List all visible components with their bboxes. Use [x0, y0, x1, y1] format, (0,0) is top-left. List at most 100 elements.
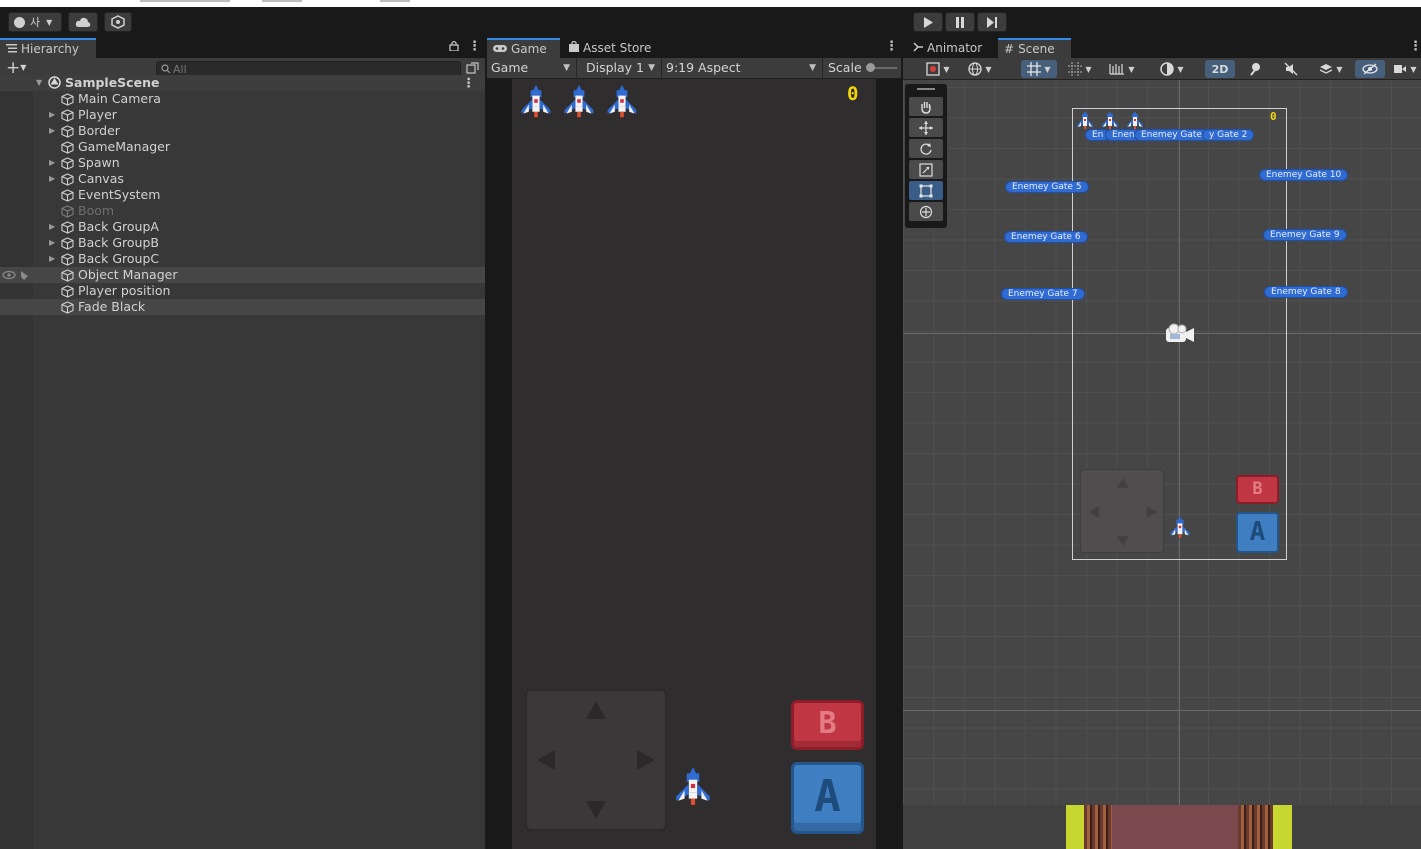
scale-tool-button[interactable] [909, 160, 943, 179]
joystick-pad[interactable] [525, 689, 667, 831]
expand-arrow-icon[interactable]: ▶ [49, 235, 55, 251]
hierarchy-item[interactable]: ▶ Spawn [0, 155, 485, 171]
camera-gizmo-icon[interactable] [1164, 323, 1196, 345]
eye-slash-icon [1362, 63, 1378, 75]
audio-toggle[interactable] [1276, 60, 1306, 78]
hierarchy-menu-icon[interactable]: ⋮ [468, 40, 481, 54]
scene-viewport[interactable]: 0 En Enen Enemey Gate 1y Gate 2 Enemey Gate… [903, 80, 1421, 849]
drag-handle[interactable] [917, 88, 935, 90]
grid-visibility-dropdown[interactable]: ▼ [1061, 60, 1099, 78]
scene-score-text: 0 [1270, 110, 1277, 123]
global-local-dropdown[interactable]: ▼ [961, 60, 999, 78]
shading-dropdown[interactable]: ▼ [1153, 60, 1191, 78]
draw-mode-dropdown[interactable]: ▼ [920, 60, 956, 78]
increment-snap-dropdown[interactable]: ▼ [1103, 60, 1141, 78]
scene-a-button[interactable]: A [1236, 512, 1279, 553]
gamepad-icon [493, 42, 507, 56]
enemy-gate-label[interactable]: y Gate 2 [1203, 130, 1254, 140]
rotate-tool-button[interactable] [909, 139, 943, 158]
scene-a-button-label: A [1249, 517, 1266, 547]
visibility-toggle[interactable] [1355, 60, 1385, 78]
scene-menu-icon[interactable]: ⋮ [1409, 40, 1421, 54]
store-bag-icon [569, 40, 579, 55]
scene-joystick-pad[interactable] [1080, 469, 1164, 553]
expand-arrow-icon[interactable]: ▶ [49, 123, 55, 139]
expand-arrow-icon[interactable]: ▶ [49, 107, 55, 123]
grid-icon [1068, 62, 1083, 76]
pause-button[interactable] [945, 12, 975, 32]
hierarchy-item[interactable]: ▶ Canvas [0, 171, 485, 187]
a-button[interactable]: A [791, 762, 864, 834]
account-label: 사 [30, 16, 41, 29]
scale-slider[interactable]: Scale [824, 58, 901, 78]
tab-asset-store[interactable]: Asset Store [563, 38, 663, 58]
scene-dpad-arrows-icon [1089, 478, 1157, 546]
hierarchy-item[interactable]: Main Camera [0, 91, 485, 107]
expand-arrow-icon[interactable]: ▶ [49, 219, 55, 235]
grid-snap-dropdown[interactable]: ▼ [1021, 60, 1057, 78]
game-menu-icon[interactable]: ⋮ [885, 40, 898, 54]
hierarchy-tabbar: Hierarchy ⋮ [0, 37, 485, 58]
play-button[interactable] [913, 12, 943, 32]
lighting-toggle[interactable] [1240, 60, 1270, 78]
enemy-gate-label[interactable]: Enemey Gate 9 [1264, 230, 1346, 240]
expand-arrow-icon[interactable]: ▶ [49, 251, 55, 267]
enemy-gate-label[interactable]: Enemey Gate 6 [1005, 232, 1087, 242]
expand-arrow-icon[interactable]: ▼ [36, 75, 42, 91]
scene-row[interactable]: ▼ SampleScene ⋮ [0, 75, 485, 91]
hand-tool-button[interactable] [909, 97, 943, 116]
hierarchy-item[interactable]: GameManager [0, 139, 485, 155]
hierarchy-item-label: Main Camera [78, 91, 161, 106]
tab-animator[interactable]: Animator [907, 38, 997, 58]
game-mode-select[interactable]: Game ▼ [487, 58, 577, 78]
enemy-gate-label[interactable]: Enemey Gate 10 [1260, 170, 1348, 180]
tab-animator-label: Animator [927, 41, 983, 55]
account-dropdown[interactable]: 사 ▼ [8, 12, 62, 32]
effects-dropdown[interactable]: ▼ [1311, 60, 1351, 78]
aspect-select[interactable]: 9:19 Aspect ▼ [662, 58, 823, 78]
tab-game[interactable]: Game [487, 38, 560, 58]
hierarchy-item[interactable]: Boom [0, 203, 485, 219]
scene-life-ship-icon [1102, 111, 1118, 129]
move-tool-button[interactable] [909, 118, 943, 137]
expand-arrow-icon[interactable]: ▶ [49, 171, 55, 187]
b-button[interactable]: B [791, 700, 864, 750]
tab-scene[interactable]: # Scene [998, 38, 1071, 58]
toggle-2d-label: 2D [1211, 62, 1229, 76]
hierarchy-item[interactable]: ▶ Back GroupB [0, 235, 485, 251]
hierarchy-item[interactable]: Object Manager [0, 267, 485, 283]
hierarchy-item[interactable]: ▶ Player [0, 107, 485, 123]
hierarchy-item[interactable]: Fade Black [0, 299, 485, 315]
scale-slider-thumb[interactable] [866, 63, 875, 72]
hierarchy-tree: ▼ SampleScene ⋮ Main Camera ▶ Player ▶ Borde… [0, 75, 485, 315]
light-bulb-icon [1250, 63, 1260, 76]
hierarchy-item[interactable]: ▶ Back GroupC [0, 251, 485, 267]
transform-tool-button[interactable] [909, 202, 943, 221]
toggle-2d-button[interactable]: 2D [1205, 60, 1235, 78]
enemy-gate-label[interactable]: Enemey Gate 7 [1002, 289, 1084, 299]
expand-arrow-icon[interactable]: ▶ [49, 155, 55, 171]
dpad-arrows-icon [537, 701, 655, 819]
hierarchy-item[interactable]: ▶ Back GroupA [0, 219, 485, 235]
tab-hierarchy[interactable]: Hierarchy [0, 38, 96, 58]
camera-dropdown[interactable]: ▼ [1390, 60, 1420, 78]
tab-scene-label: Scene [1018, 42, 1055, 56]
scene-b-button[interactable]: B [1236, 475, 1279, 504]
hierarchy-item[interactable]: ▶ Border [0, 123, 485, 139]
collab-button[interactable] [104, 12, 132, 32]
chevron-down-icon: ▼ [943, 64, 950, 74]
cloud-button[interactable] [68, 12, 98, 32]
display-select[interactable]: Display 1 ▼ [582, 58, 662, 78]
hierarchy-item[interactable]: EventSystem [0, 187, 485, 203]
hierarchy-items: Main Camera ▶ Player ▶ Border GameManager ▶ Spa… [0, 91, 485, 315]
hierarchy-item[interactable]: Player position [0, 283, 485, 299]
search-input[interactable] [173, 62, 453, 76]
enemy-gate-label[interactable]: Enemey Gate 5 [1006, 182, 1088, 192]
step-button[interactable] [977, 12, 1007, 32]
scene-menu-icon[interactable]: ⋮ [463, 75, 476, 91]
rect-tool-button[interactable] [909, 181, 943, 200]
enemy-gate-label[interactable]: Enemey Gate 8 [1265, 287, 1347, 297]
player-ship [676, 767, 710, 805]
game-viewport[interactable]: 0 B A [512, 79, 876, 849]
lock-icon[interactable] [449, 40, 459, 54]
